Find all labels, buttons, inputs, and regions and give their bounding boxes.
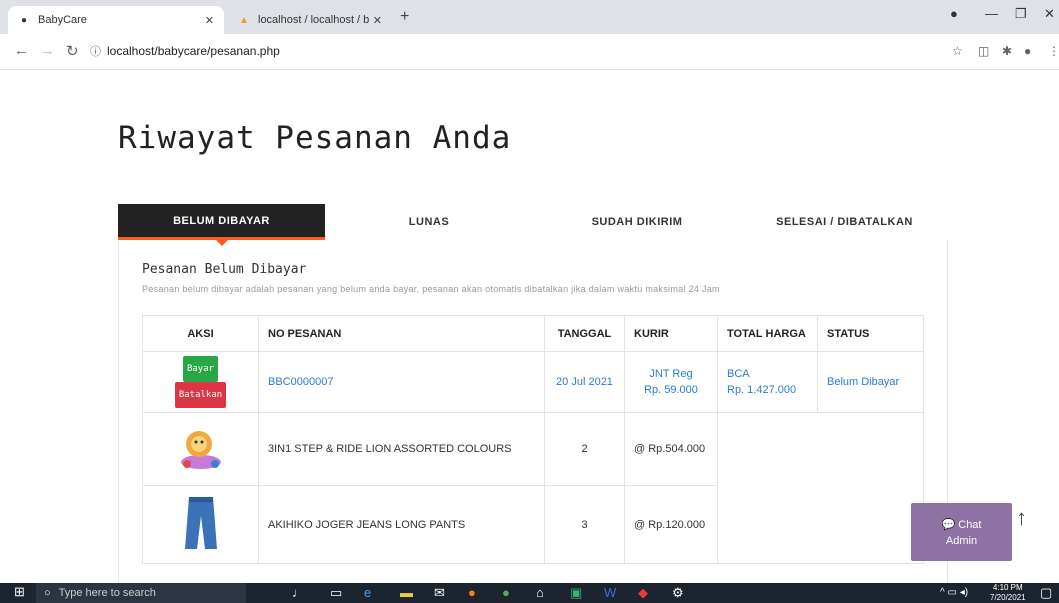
orders-table: AKSI NO PESANAN TANGGAL KURIR TOTAL HARG… <box>142 315 924 564</box>
courier-cost: Rp. 59.000 <box>644 384 698 396</box>
extensions-icon[interactable]: ✱ <box>1002 44 1012 58</box>
toy-lion-image <box>180 430 221 469</box>
courier-name: JNT Reg <box>649 368 693 380</box>
tab-sudah-dikirim[interactable]: SUDAH DIKIRIM <box>533 204 741 240</box>
tab-lunas[interactable]: LUNAS <box>325 204 533 240</box>
forward-icon[interactable]: → <box>40 42 55 59</box>
reload-icon[interactable]: ↻ <box>66 42 79 60</box>
firefox-icon[interactable]: ● <box>468 585 476 600</box>
bookmark-star-icon[interactable]: ☆ <box>952 44 963 58</box>
page-title: Riwayat Pesanan Anda <box>118 120 512 156</box>
info-icon[interactable]: ⓘ <box>90 43 101 59</box>
table-row: 3IN1 STEP & RIDE LION ASSORTED COLOURS 2… <box>142 412 924 564</box>
edge-icon[interactable]: e <box>364 585 371 600</box>
status-badge: Belum Dibayar <box>817 351 924 413</box>
app-red-icon[interactable]: ◆ <box>638 585 648 601</box>
tab-belum-dibayar[interactable]: BELUM DIBAYAR <box>118 204 325 246</box>
table-header-row: AKSI NO PESANAN TANGGAL KURIR TOTAL HARG… <box>142 315 924 352</box>
item-qty: 2 <box>544 412 625 486</box>
back-icon[interactable]: ← <box>14 42 29 59</box>
item-name: AKIHIKO JOGER JEANS LONG PANTS <box>258 485 545 564</box>
section-subtitle: Pesanan belum dibayar adalah pesanan yan… <box>142 284 720 294</box>
clock-time: 4:10 PM <box>992 583 1023 592</box>
item-price: @ Rp.120.000 <box>624 485 718 564</box>
pay-button[interactable]: Bayar <box>182 356 219 382</box>
search-circle-icon: ○ <box>44 587 51 599</box>
url-text: localhost/babycare/pesanan.php <box>107 44 280 58</box>
menu-icon[interactable]: ⋮ <box>1048 44 1059 58</box>
chat-label: Chat <box>958 519 982 531</box>
courier-cell: JNT Reg Rp. 59.000 <box>624 351 718 413</box>
item-image-cell <box>142 412 259 486</box>
close-window-icon[interactable]: ✕ <box>1044 6 1055 22</box>
col-status: STATUS <box>817 315 924 352</box>
col-tanggal: TANGGAL <box>544 315 625 352</box>
item-qty: 3 <box>544 485 625 564</box>
cancel-button[interactable]: Batalkan <box>174 382 227 408</box>
globe-icon: ● <box>20 14 28 26</box>
col-aksi: AKSI <box>142 315 259 352</box>
tray-icons[interactable]: ^ ▭ ◂) <box>940 587 968 598</box>
notification-icon[interactable]: ▢ <box>1040 585 1052 601</box>
item-name: 3IN1 STEP & RIDE LION ASSORTED COLOURS <box>258 412 545 486</box>
search-placeholder: Type here to search <box>58 587 156 599</box>
file-explorer-icon[interactable]: ▬ <box>400 585 413 600</box>
phpmyadmin-icon: ▲ <box>239 14 249 26</box>
tab-selesai-dibatalkan[interactable]: SELESAI / DIBATALKAN <box>741 204 948 240</box>
chrome-icon[interactable]: ● <box>502 585 510 600</box>
windows-taskbar: ⊞ ○ Type here to search ♩ ▭ e ▬ ✉ ● ● ⌂ … <box>0 583 1059 603</box>
section-title: Pesanan Belum Dibayar <box>142 262 307 277</box>
total-price: Rp. 1.427.000 <box>727 384 797 396</box>
jeans-pants-image <box>184 497 217 549</box>
tab-title: localhost / localhost / babycare / <box>258 14 369 26</box>
col-total-harga: TOTAL HARGA <box>717 315 818 352</box>
minimize-icon[interactable]: — <box>985 6 998 21</box>
payment-bank: BCA <box>727 368 750 380</box>
windows-start-icon[interactable]: ⊞ <box>14 584 25 600</box>
tab-title: BabyCare <box>38 14 87 26</box>
browser-tab-strip: ● BabyCare ✕ ▲ localhost / localhost / b… <box>0 0 1059 34</box>
col-kurir: KURIR <box>624 315 718 352</box>
address-bar[interactable]: ⓘ localhost/babycare/pesanan.php <box>90 39 940 63</box>
chat-admin-button[interactable]: 💬 Chat Admin <box>911 503 1012 561</box>
taskbar-search[interactable]: ○ Type here to search <box>36 583 246 603</box>
clock[interactable]: 4:10 PM 7/20/2021 <box>990 583 1026 603</box>
task-view-icon[interactable]: ▭ <box>330 585 342 601</box>
avatar-icon[interactable]: ● <box>1024 44 1031 58</box>
store-icon[interactable]: ⌂ <box>536 585 544 600</box>
chat-label-admin: Admin <box>945 535 978 547</box>
col-no-pesanan: NO PESANAN <box>258 315 545 352</box>
total-cell: BCA Rp. 1.427.000 <box>717 351 818 413</box>
table-row: Bayar Batalkan BBC0000007 20 Jul 2021 JN… <box>142 351 924 413</box>
cortana-mic-icon[interactable]: ♩ <box>292 585 305 600</box>
browser-toolbar: ← → ↻ ⓘ localhost/babycare/pesanan.php ☆… <box>0 34 1059 70</box>
empty-cell <box>717 412 924 564</box>
pocket-icon[interactable]: ◫ <box>978 44 989 58</box>
chat-bubble-icon: 💬 <box>941 519 956 531</box>
mail-icon[interactable]: ✉ <box>434 585 445 601</box>
word-icon[interactable]: W <box>604 585 616 600</box>
order-number[interactable]: BBC0000007 <box>258 351 545 413</box>
new-tab-icon[interactable]: + <box>400 8 409 26</box>
clock-date: 7/20/2021 <box>990 593 1026 602</box>
settings-gear-icon[interactable]: ⚙ <box>672 585 684 601</box>
order-status-tabs: BELUM DIBAYAR LUNAS SUDAH DIKIRIM SELESA… <box>118 204 948 246</box>
browser-tab-phpmyadmin[interactable]: ▲ localhost / localhost / babycare / ✕ <box>228 6 392 34</box>
item-image-cell <box>142 485 259 564</box>
restore-icon[interactable]: ❐ <box>1015 6 1027 22</box>
profile-circle-icon[interactable]: ● <box>950 6 958 21</box>
action-cell: Bayar Batalkan <box>142 351 259 413</box>
close-tab-icon[interactable]: ✕ <box>373 14 382 27</box>
item-price: @ Rp.504.000 <box>624 412 718 486</box>
scroll-top-icon[interactable]: ↑ <box>1016 505 1027 531</box>
order-date: 20 Jul 2021 <box>544 351 625 413</box>
browser-tab-babycare[interactable]: ● BabyCare ✕ <box>8 6 224 34</box>
close-tab-icon[interactable]: ✕ <box>205 14 214 27</box>
excel-icon[interactable]: ▣ <box>570 585 582 601</box>
